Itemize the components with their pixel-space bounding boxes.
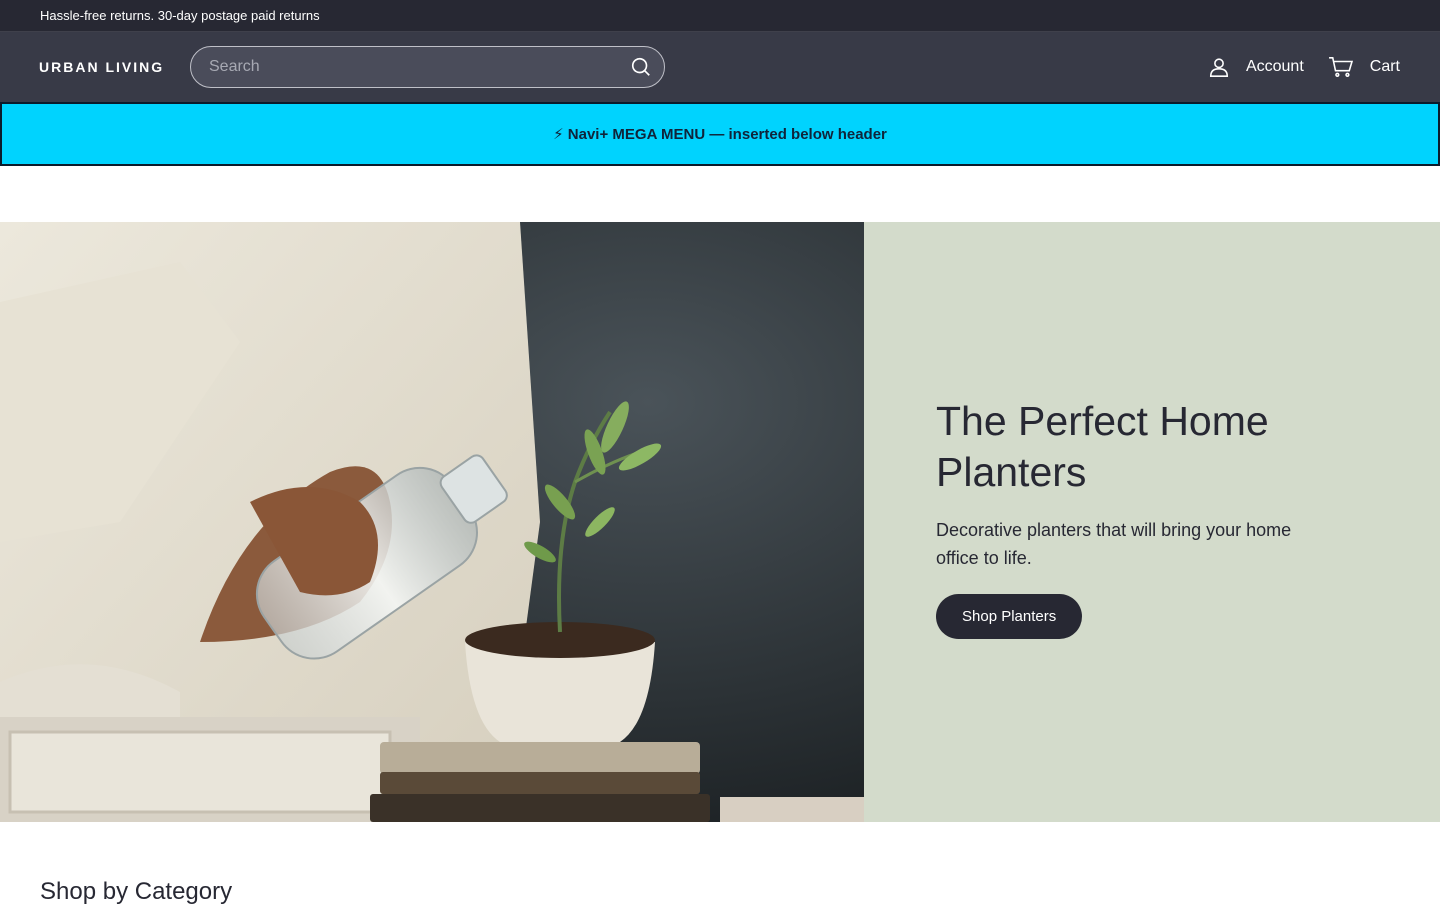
hero-content-panel: The Perfect Home Planters Decorative pla… [864, 222, 1440, 822]
mega-menu-text: ⚡ Navi+ MEGA MENU — inserted below heade… [553, 126, 887, 143]
site-header: URBAN LIVING Account [0, 32, 1440, 102]
search-bar [190, 46, 665, 88]
shop-planters-button[interactable]: Shop Planters [936, 594, 1083, 639]
search-input[interactable] [207, 57, 630, 77]
hero-description: Decorative planters that will bring your… [936, 520, 1292, 568]
search-icon[interactable] [630, 56, 652, 78]
cart-icon [1328, 56, 1354, 78]
account-link[interactable]: Account [1208, 56, 1304, 78]
cart-label: Cart [1369, 58, 1400, 75]
account-label: Account [1245, 58, 1304, 75]
hero-title: The Perfect Home Planters [936, 398, 1269, 495]
site-logo[interactable]: URBAN LIVING [39, 59, 190, 75]
announcement-text: Hassle-free returns. 30-day postage paid… [40, 8, 320, 23]
user-icon [1208, 56, 1230, 78]
header-actions: Account Cart [1208, 56, 1400, 78]
announcement-bar: Hassle-free returns. 30-day postage paid… [0, 0, 1440, 32]
mega-menu-banner: ⚡ Navi+ MEGA MENU — inserted below heade… [0, 102, 1440, 166]
hero-section: The Perfect Home Planters Decorative pla… [0, 222, 1440, 822]
section-title-shop-by-category: Shop by Category [40, 878, 233, 905]
cart-link[interactable]: Cart [1328, 56, 1400, 78]
hero-image [0, 222, 864, 822]
